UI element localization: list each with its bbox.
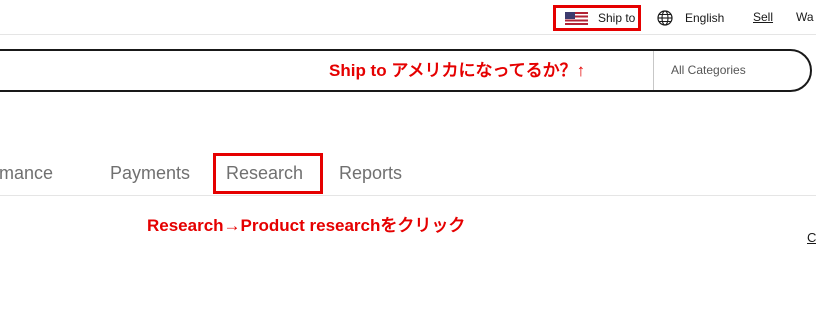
sell-link[interactable]: Sell: [753, 10, 773, 24]
research-highlight-box: [213, 153, 323, 194]
edge-link[interactable]: C: [807, 230, 816, 245]
tab-performance[interactable]: formance: [0, 163, 53, 184]
ship-to-annotation: Ship to アメリカになってるか？↑: [329, 61, 586, 80]
tab-reports[interactable]: Reports: [339, 163, 402, 184]
research-annotation: Research→Product researchをクリック: [147, 216, 466, 235]
tab-bar: formance Payments Research Reports: [0, 155, 816, 196]
ship-to-button[interactable]: Ship to: [553, 5, 641, 31]
category-divider: [653, 51, 654, 90]
ship-to-label: Ship to: [598, 11, 636, 25]
watchlist-link[interactable]: Wa: [796, 10, 814, 24]
page: Ship to English Sell Wa All Categories S…: [0, 0, 816, 323]
us-flag-icon: [565, 11, 588, 25]
language-label: English: [685, 11, 725, 25]
category-select[interactable]: All Categories: [671, 63, 746, 77]
tab-payments[interactable]: Payments: [110, 163, 190, 184]
top-utility-bar: Ship to English Sell Wa: [0, 0, 816, 35]
globe-icon: [657, 10, 673, 26]
language-selector[interactable]: English: [657, 10, 724, 26]
